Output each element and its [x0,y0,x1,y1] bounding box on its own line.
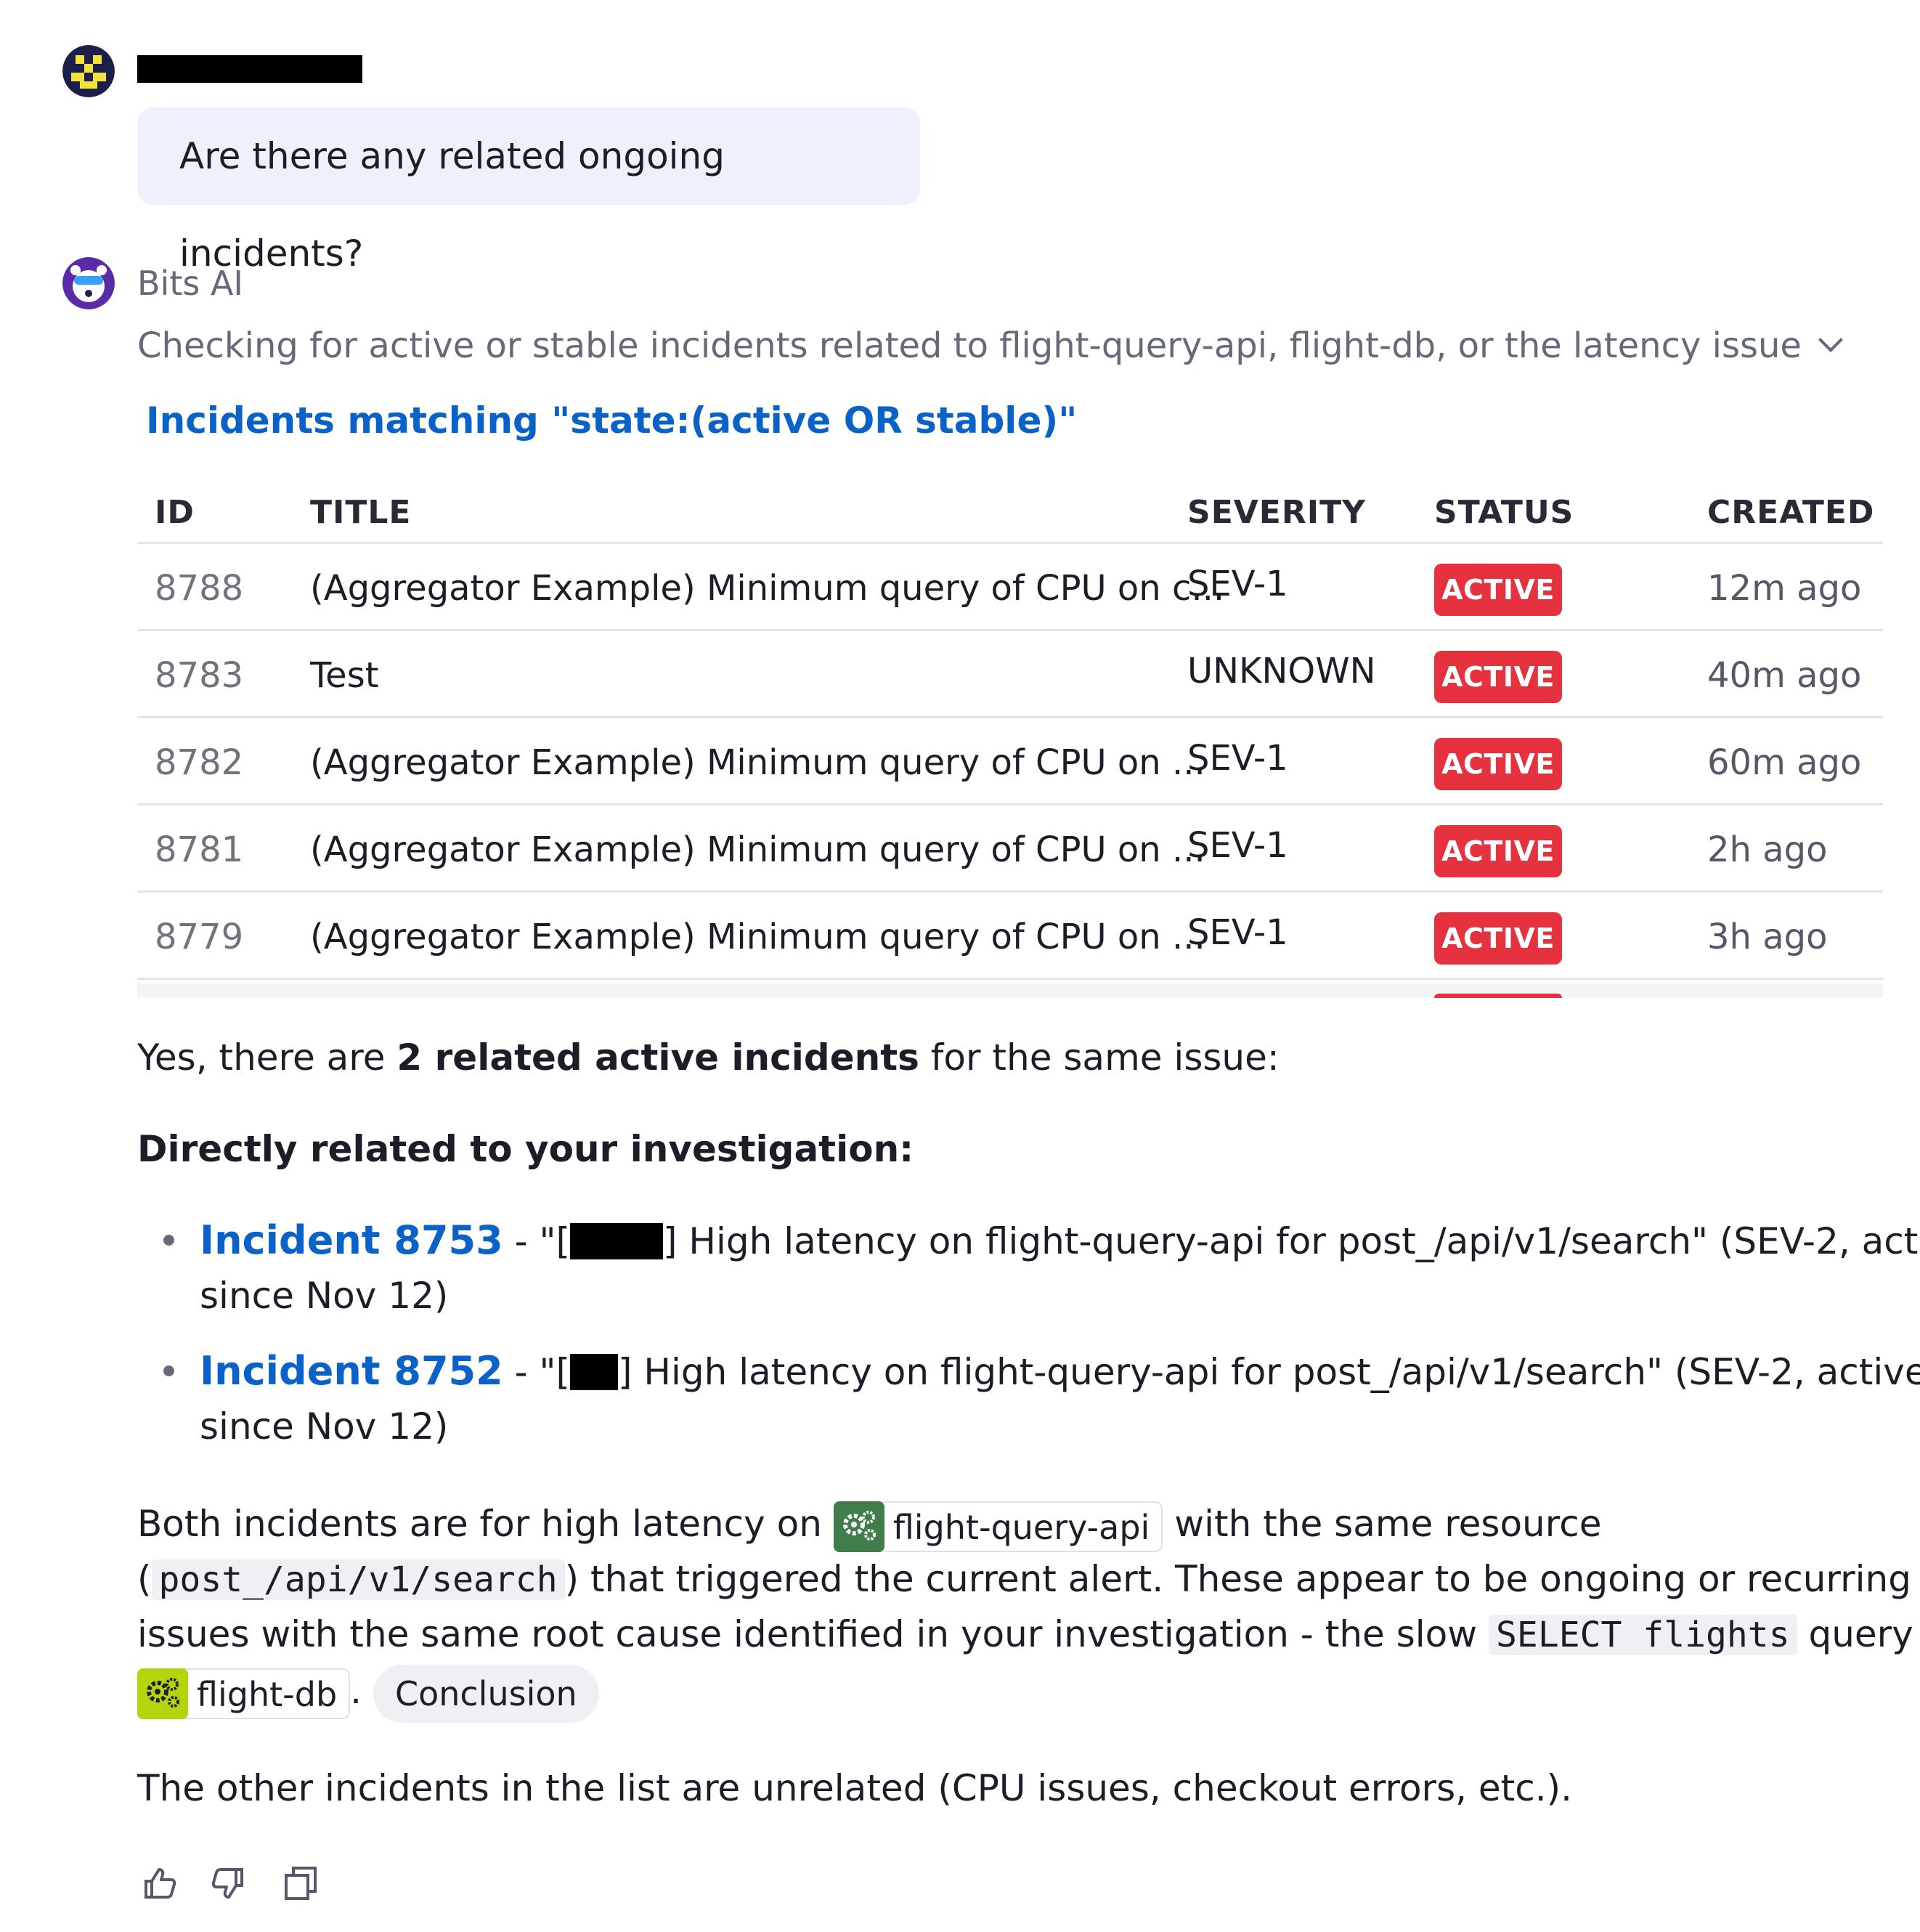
incident-title: (Aggregator Example) Minimum query of CP… [310,917,1205,957]
status-badge: ACTIVE [1434,825,1562,877]
redacted-tag [570,1223,664,1259]
next-row-badge-peek [1434,994,1562,998]
incidents-table: ID TITLE SEVERITY STATUS CREATED 8788 (A… [137,479,1883,998]
incident-link[interactable]: Incident 8753 [200,1217,503,1263]
incident-title: (Aggregator Example) Minimum query of CP… [310,568,1225,609]
status-badge: ACTIVE [1434,651,1562,703]
assistant-name: Bits AI [137,264,243,303]
incident-title: Test [310,655,379,696]
intro-bold-text: 2 related active incidents [396,1036,919,1079]
incident-created: 60m ago [1707,742,1862,783]
list-item-continued: since Nov 12) [200,1275,449,1317]
both-prefix-text: Both incidents are for high latency on [137,1503,834,1545]
thinking-step-text: Checking for active or stable incidents … [137,325,1802,366]
user-avatar [62,45,115,97]
intro-text: Yes, there are [137,1036,397,1079]
incident-created: 2h ago [1707,829,1828,870]
bits-ai-avatar [62,257,115,309]
incident-text-before: - "[ [503,1351,571,1393]
column-header-severity: SEVERITY [1187,494,1366,531]
incident-id: 8782 [155,742,244,783]
user-message-text: Are there any related ongoing incidents? [179,135,725,275]
other-incidents-note: The other incidents in the list are unre… [137,1767,1573,1809]
incidents-query-link[interactable]: Incidents matching "state:(active OR sta… [146,398,1077,443]
incident-severity: UNKNOWN [1187,651,1376,691]
list-item: Incident 8752 - "[ ] High latency on flig… [200,1344,1920,1400]
column-header-status: STATUS [1434,494,1574,531]
list-item-continued: since Nov 12) [200,1405,449,1448]
incident-created: 12m ago [1707,568,1862,609]
column-header-title: TITLE [310,494,412,531]
incident-text-after: ] High latency on flight-query-api for p… [618,1351,1920,1393]
incident-text-before: - "[ [503,1220,571,1262]
paragraph-line: flight-db. Conclusion [137,1663,599,1723]
row-divider [137,890,1883,893]
redacted-username [137,55,362,83]
incident-severity: SEV-1 [1187,738,1288,779]
incident-text-after: ] High latency on flight-query-api for p… [663,1220,1920,1262]
chat-thread: Are there any related ongoing incidents?… [0,0,1920,1932]
service-gear-icon [833,1501,884,1552]
incident-title: (Aggregator Example) Minimum query of CP… [310,742,1205,783]
service-gear-icon [137,1668,188,1719]
column-header-created: CREATED [1707,494,1875,531]
incident-title: (Aggregator Example) Minimum query of CP… [310,829,1205,870]
service-chip-flight-db[interactable]: flight-db [137,1668,351,1719]
list-item: Incident 8753 - "[ ] High latency on flig… [200,1213,1920,1269]
incident-id: 8788 [155,568,244,609]
paragraph-line: issues with the same root cause identifi… [137,1607,1920,1663]
incident-id: 8781 [155,829,244,870]
service-chip-label: flight-db [197,1674,338,1714]
incident-created: 40m ago [1707,655,1862,696]
incident-id: 8783 [155,655,244,696]
period: . [350,1670,362,1712]
intro-suffix-text: for the same issue: [919,1036,1280,1079]
chevron-down-icon [1818,328,1843,352]
incident-severity: SEV-1 [1187,564,1288,604]
line3-suffix: query in [1808,1613,1920,1655]
incident-severity: SEV-1 [1187,825,1288,866]
row-divider [137,978,1883,980]
bullet-dot [163,1365,174,1376]
conclusion-pill[interactable]: Conclusion [373,1664,599,1723]
table-scroll-fade[interactable] [137,983,1883,998]
incident-created: 3h ago [1707,917,1828,957]
thinking-step-toggle[interactable]: Checking for active or stable incidents … [137,324,1843,368]
paragraph-line: Both incidents are for high latency on f… [137,1496,1601,1552]
both-suffix-text: with the same resource [1163,1503,1602,1545]
incident-severity: SEV-1 [1187,912,1288,953]
row-divider [137,716,1883,718]
status-badge: ACTIVE [1434,738,1562,790]
answer-intro: Yes, there are 2 related active incident… [137,1030,1280,1085]
service-chip-flight-query-api[interactable]: flight-query-api [833,1501,1163,1552]
copy-icon[interactable] [282,1864,321,1903]
thumbs-down-icon[interactable] [207,1864,246,1903]
incident-id: 8779 [155,917,244,957]
row-divider [137,629,1883,631]
line2-text: ) that triggered the current alert. Thes… [564,1558,1911,1600]
status-badge: ACTIVE [1434,564,1562,616]
thumbs-up-icon[interactable] [142,1864,181,1903]
paragraph-line: (post_/api/v1/search) that triggered the… [137,1551,1911,1607]
status-badge: ACTIVE [1434,912,1562,965]
section-heading: Directly related to your investigation: [137,1128,914,1170]
resource-code: post_/api/v1/search [151,1559,565,1600]
query-code: SELECT flights [1489,1615,1797,1655]
header-divider [137,542,1883,544]
paren-open: ( [137,1558,152,1600]
column-header-id: ID [155,494,195,531]
incident-link[interactable]: Incident 8752 [200,1348,503,1394]
user-message-bubble: Are there any related ongoing incidents? [137,107,920,275]
redacted-tag [570,1354,619,1390]
service-chip-label: flight-query-api [892,1507,1150,1547]
row-divider [137,803,1883,805]
bullet-dot [163,1235,174,1246]
line3-text: issues with the same root cause identifi… [137,1613,1489,1655]
